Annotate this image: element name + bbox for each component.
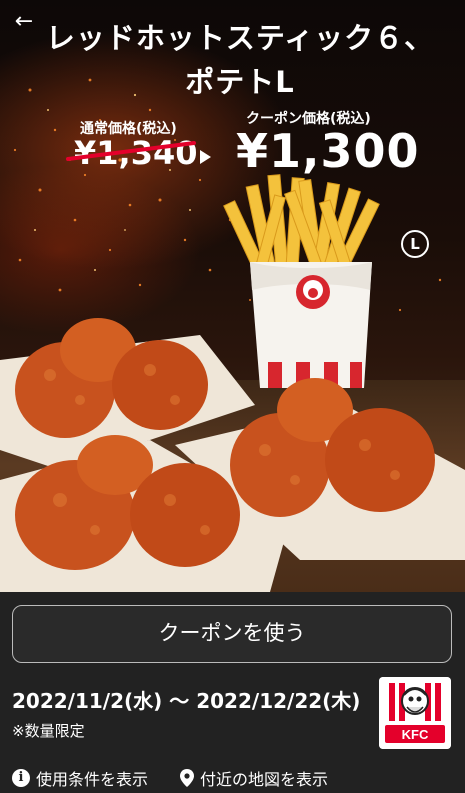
fries-box: [250, 262, 372, 388]
map-link[interactable]: 付近の地図を表示: [180, 766, 328, 790]
map-link-label: 付近の地図を表示: [200, 770, 329, 789]
limited-quantity-note: ※数量限定: [12, 722, 85, 740]
back-arrow-icon[interactable]: ←: [10, 8, 38, 36]
map-pin-icon: [180, 769, 194, 787]
title-line-2: ポテトL: [185, 65, 295, 99]
use-coupon-button[interactable]: クーポンを使う: [12, 605, 452, 663]
fries: [223, 174, 380, 272]
kfc-logo-text: KFC: [402, 727, 429, 742]
coupon-price: ¥1,300: [236, 124, 420, 178]
terms-link-label: 使用条件を表示: [36, 770, 149, 789]
validity-date-range: 2022/11/2(水) 〜 2022/12/22(木): [12, 689, 361, 713]
price-arrow-icon: [200, 150, 211, 164]
strikethrough-line: [66, 141, 196, 161]
coupon-hero-image: ← レッドホットスティック６、 ポテトL 通常価格(税込) ¥1,340 クーポ…: [0, 0, 465, 592]
info-icon: i: [12, 769, 30, 787]
page-title: レッドホットスティック６、 ポテトL: [40, 16, 440, 104]
terms-link[interactable]: i 使用条件を表示: [12, 766, 148, 790]
size-badge: L: [401, 230, 429, 258]
title-line-1: レッドホットスティック６、: [45, 21, 435, 55]
kfc-logo: KFC: [379, 677, 451, 749]
